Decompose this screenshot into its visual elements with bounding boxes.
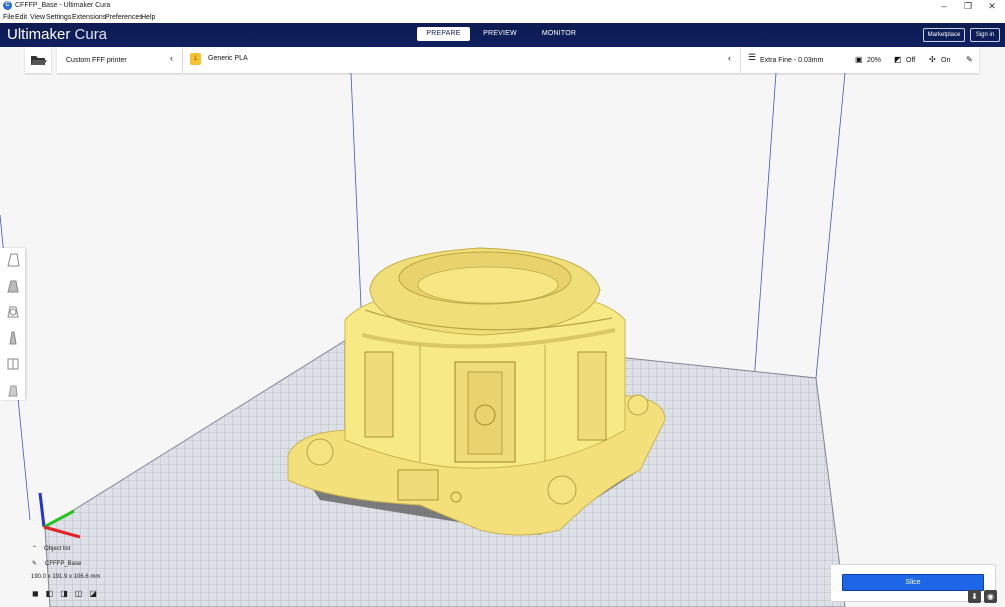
marketplace-button[interactable]: Marketplace xyxy=(923,28,965,42)
view-left-icon[interactable]: ◫ xyxy=(75,589,90,598)
adhesion-icon: ✣ xyxy=(929,55,936,64)
object-dimensions: 190.0 x 191.9 x 106.6 mm xyxy=(31,574,101,580)
infill-icon: ▣ xyxy=(855,55,863,64)
view-orientation-buttons: ◼◧◨◫◪ xyxy=(32,589,104,598)
material-name[interactable]: Generic PLA xyxy=(208,54,248,63)
left-toolbar xyxy=(0,248,25,400)
logo-light: Cura xyxy=(74,26,108,43)
divider xyxy=(740,47,741,73)
folder-icon xyxy=(31,56,47,65)
pencil-icon[interactable]: ✎ xyxy=(966,55,973,64)
window-title: CFFFP_Base - Ultimaker Cura xyxy=(15,2,111,9)
slice-button[interactable]: Slice xyxy=(842,574,984,591)
tab-preview[interactable]: PREVIEW xyxy=(475,27,525,41)
print-settings-bar: 1 Generic PLA ‹ ☰ Extra Fine - 0.03mm ▣ … xyxy=(183,47,979,73)
logo-bold: Ultimaker xyxy=(7,26,71,43)
menu-settings[interactable]: Settings xyxy=(46,13,71,22)
close-button[interactable]: ✕ xyxy=(980,0,1004,12)
profile-label[interactable]: Extra Fine - 0.03mm xyxy=(760,56,823,65)
infill-value[interactable]: 20% xyxy=(867,56,881,65)
scale-tool-icon[interactable] xyxy=(4,277,21,294)
view-front-icon[interactable]: ◧ xyxy=(46,589,61,598)
chevron-left-icon: ‹ xyxy=(170,53,173,63)
restore-button[interactable]: ❐ xyxy=(956,0,980,12)
view-right-icon[interactable]: ◪ xyxy=(89,589,104,598)
per-model-settings-icon[interactable] xyxy=(4,355,21,372)
menu-extensions[interactable]: Extensions xyxy=(72,13,106,22)
object-name: CFFFP_Base xyxy=(45,561,82,567)
printer-name: Custom FFF printer xyxy=(66,57,127,64)
view-3d-icon[interactable]: ◼ xyxy=(32,589,46,598)
move-tool-icon[interactable] xyxy=(4,251,21,268)
pencil-icon[interactable]: ✎ xyxy=(32,560,37,567)
object-list-toggle[interactable]: Object list xyxy=(44,546,70,552)
app-logo: Ultimaker Cura xyxy=(7,26,107,44)
open-file-button[interactable] xyxy=(25,47,51,73)
signin-button[interactable]: Sign in xyxy=(970,28,1000,42)
support-icon: ◩ xyxy=(894,55,902,64)
tab-prepare[interactable]: PREPARE xyxy=(417,27,470,41)
cura-app-icon: C xyxy=(3,1,12,10)
printer-selector[interactable]: Custom FFF printer ‹ xyxy=(57,47,182,73)
material-badge-icon: 1 xyxy=(190,53,201,65)
support-value[interactable]: Off xyxy=(906,56,915,65)
menu-file[interactable]: File xyxy=(3,13,14,22)
adhesion-value[interactable]: On xyxy=(941,56,950,65)
rotate-tool-icon[interactable] xyxy=(4,303,21,320)
object-panel: ⌃ Object list ✎ CFFFP_Base 190.0 x 191.9… xyxy=(28,543,208,605)
menu-preferences[interactable]: Preferences xyxy=(105,13,143,22)
title-bar: C CFFFP_Base - Ultimaker Cura – ❐ ✕ xyxy=(0,0,1005,12)
chevron-up-icon[interactable]: ⌃ xyxy=(32,545,37,552)
view-top-icon[interactable]: ◨ xyxy=(60,589,75,598)
settings-icon[interactable]: ◉ xyxy=(984,590,997,603)
support-blocker-icon[interactable] xyxy=(4,381,21,398)
menu-edit[interactable]: Edit xyxy=(15,13,27,22)
app-header: Ultimaker Cura PREPARE PREVIEW MONITOR M… xyxy=(0,23,1005,47)
menu-view[interactable]: View xyxy=(30,13,45,22)
download-icon[interactable]: ⬇ xyxy=(968,590,981,603)
tab-monitor[interactable]: MONITOR xyxy=(533,27,585,41)
minimize-button[interactable]: – xyxy=(932,0,956,12)
chevron-left-icon[interactable]: ‹ xyxy=(728,54,731,63)
profile-icon: ☰ xyxy=(748,52,757,62)
menu-help[interactable]: Help xyxy=(141,13,155,22)
mirror-tool-icon[interactable] xyxy=(4,329,21,346)
viewport-3d[interactable] xyxy=(0,47,1005,607)
